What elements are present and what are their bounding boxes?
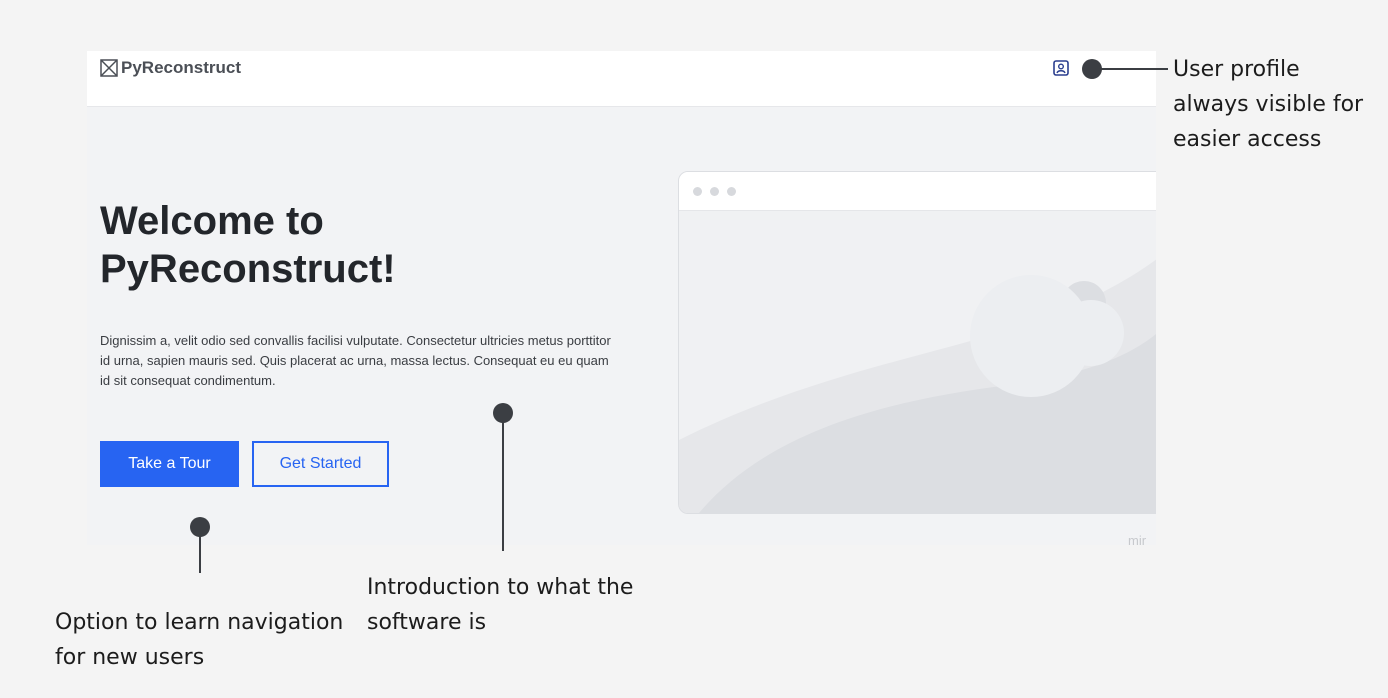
- intro-annotation: Introduction to what the software is: [367, 575, 634, 635]
- tour-annotation-dot: [190, 517, 210, 537]
- intro-annotation-dot: [493, 403, 513, 423]
- profile-annotation-dot: [1082, 59, 1102, 79]
- profile-annotation: User profile always visible for easier a…: [1173, 57, 1364, 152]
- tour-annotation: Option to learn navigation for new users: [55, 610, 344, 670]
